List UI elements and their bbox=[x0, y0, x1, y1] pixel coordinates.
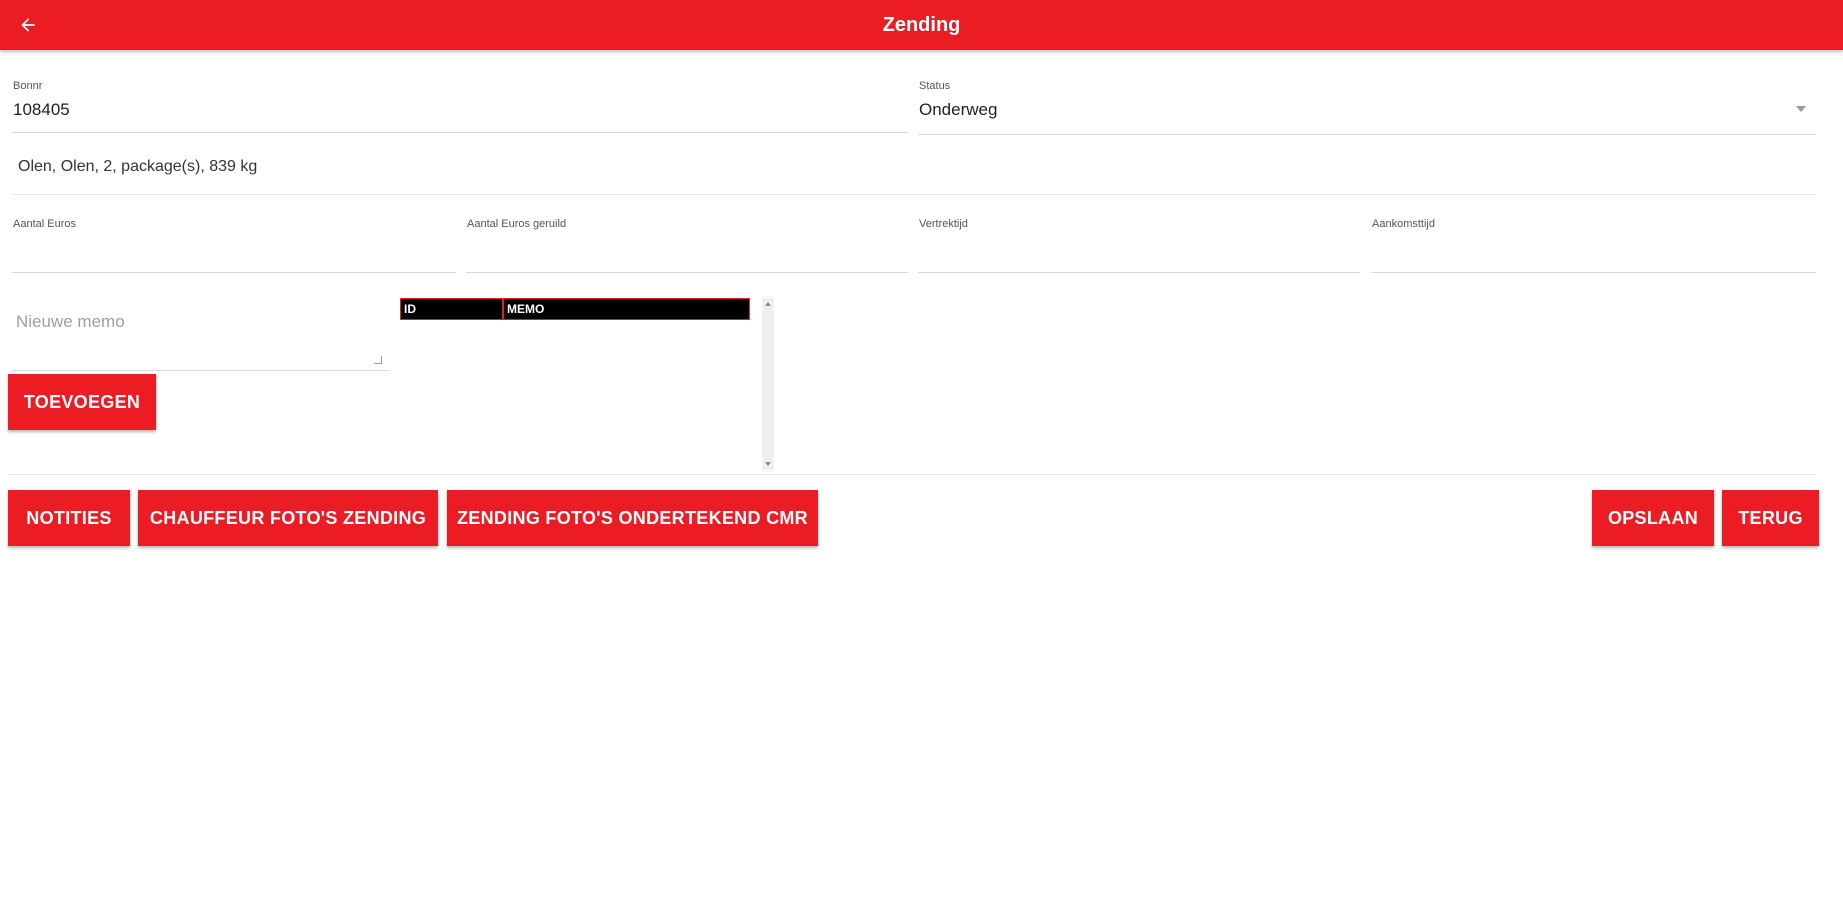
aankomsttijd-field[interactable]: Aankomsttijd bbox=[1371, 218, 1816, 273]
notities-button[interactable]: NOTITIES bbox=[8, 490, 130, 546]
page-title: Zending bbox=[882, 14, 961, 36]
aantal-euros-label: Aantal Euros bbox=[13, 218, 76, 230]
vertrektijd-field[interactable]: Vertrektijd bbox=[918, 218, 1360, 273]
memo-placeholder: Nieuwe memo bbox=[16, 312, 125, 331]
resize-grip-icon[interactable] bbox=[374, 356, 382, 364]
scroll-down-icon[interactable] bbox=[765, 462, 771, 466]
chauffeur-fotos-button[interactable]: CHAUFFEUR FOTO'S ZENDING bbox=[138, 490, 438, 546]
actions-divider bbox=[8, 474, 1816, 475]
aankomsttijd-label: Aankomsttijd bbox=[1372, 218, 1435, 230]
bonnr-label: Bonnr bbox=[13, 80, 43, 92]
bonnr-field[interactable]: Bonnr 108405 bbox=[12, 80, 908, 133]
status-select[interactable]: Status Onderweg bbox=[918, 80, 1816, 135]
vertrektijd-label: Vertrektijd bbox=[919, 218, 968, 230]
zending-fotos-button[interactable]: ZENDING FOTO'S ONDERTEKEND CMR bbox=[447, 490, 818, 546]
aantal-euros-geruild-label: Aantal Euros geruild bbox=[467, 218, 567, 230]
chevron-down-icon bbox=[1796, 106, 1806, 112]
scroll-up-icon[interactable] bbox=[765, 302, 771, 306]
back-text-button[interactable]: TERUG bbox=[1722, 490, 1819, 546]
app-bar: Zending bbox=[0, 0, 1843, 50]
status-value: Onderweg bbox=[919, 100, 998, 119]
memo-table-column-memo[interactable]: MEMO bbox=[504, 299, 749, 319]
aantal-euros-field[interactable]: Aantal Euros bbox=[12, 218, 456, 273]
add-memo-button[interactable]: TOEVOEGEN bbox=[8, 374, 156, 430]
memo-input[interactable]: Nieuwe memo bbox=[12, 300, 390, 371]
shipment-summary: Olen, Olen, 2, package(s), 839 kg bbox=[18, 158, 258, 175]
bonnr-value: 108405 bbox=[13, 100, 70, 119]
memo-table-header: ID MEMO bbox=[400, 298, 750, 320]
save-button[interactable]: OPSLAAN bbox=[1592, 490, 1714, 546]
memo-table-column-id[interactable]: ID bbox=[401, 299, 504, 319]
summary-divider bbox=[12, 194, 1816, 195]
status-label: Status bbox=[919, 80, 951, 92]
memo-table-scrollbar[interactable] bbox=[762, 298, 774, 470]
aantal-euros-geruild-field[interactable]: Aantal Euros geruild bbox=[466, 218, 908, 273]
